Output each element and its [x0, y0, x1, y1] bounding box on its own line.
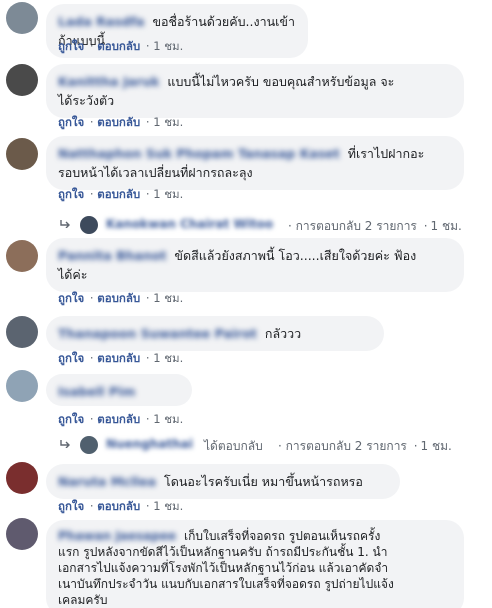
timestamp[interactable]: 1 ชม.	[153, 351, 183, 365]
comment-actions: ถูกใจ · ตอบกลับ · 1 ชม.	[58, 187, 184, 201]
reply-arrow-icon	[60, 440, 70, 448]
replier-name[interactable]: Kanokwan Chairat Witoo	[106, 217, 273, 231]
comment-bubble: Phawan Jaesapee เก็บใบเสร็จที่จอดรถ รูปต…	[46, 520, 464, 608]
like-link[interactable]: ถูกใจ	[58, 412, 84, 426]
timestamp: 1 ชม.	[420, 439, 452, 453]
avatar[interactable]	[6, 462, 38, 494]
comment-bubble: Pannita Bhanot ขัดสีแล้วยังสภาพนี้ โอว..…	[46, 238, 464, 292]
reply-action: ได้ตอบกลับ	[204, 439, 263, 453]
avatar[interactable]	[6, 370, 38, 402]
timestamp[interactable]: 1 ชม.	[153, 412, 183, 426]
reply-count[interactable]: · การตอบกลับ 2 รายการ · 1 ชม.	[278, 437, 452, 456]
like-link[interactable]: ถูกใจ	[58, 291, 84, 305]
reply-link[interactable]: ตอบกลับ	[97, 187, 140, 201]
timestamp: 1 ชม.	[430, 219, 462, 233]
reply-arrow-icon	[60, 220, 70, 228]
avatar[interactable]	[6, 138, 38, 170]
like-link[interactable]: ถูกใจ	[58, 115, 84, 129]
reply-link[interactable]: ตอบกลับ	[97, 39, 140, 53]
like-link[interactable]: ถูกใจ	[58, 499, 84, 513]
reply-count-text: การตอบกลับ 2 รายการ	[295, 219, 417, 233]
comment-text: โดนอะไรครับเนี่ย หมาขึ้นหน้ารถหรอ	[164, 474, 363, 489]
timestamp[interactable]: 1 ชม.	[153, 187, 183, 201]
commenter-name[interactable]: Natthaphon Suk Phopam Tanasap Kaset	[58, 146, 340, 161]
reply-link[interactable]: ตอบกลับ	[97, 499, 140, 513]
avatar[interactable]	[6, 518, 38, 550]
timestamp[interactable]: 1 ชม.	[153, 115, 183, 129]
like-link[interactable]: ถูกใจ	[58, 187, 84, 201]
reply-count[interactable]: · การตอบกลับ 2 รายการ · 1 ชม.	[288, 217, 462, 236]
commenter-name[interactable]: Naruta Mcllea	[58, 474, 156, 489]
comment-text: กลัววว	[264, 326, 302, 341]
commenter-name[interactable]: Lada Rasdfa	[58, 14, 144, 29]
comment-actions: ถูกใจ · ตอบกลับ · 1 ชม.	[58, 412, 184, 426]
commenter-name[interactable]: Isabell Pim	[58, 384, 135, 399]
like-link[interactable]: ถูกใจ	[58, 351, 84, 365]
comment-bubble: Naruta Mcllea โดนอะไรครับเนี่ย หมาขึ้นหน…	[46, 464, 400, 499]
commenter-name[interactable]: Kanittha Jaruk	[58, 74, 159, 89]
reply-link[interactable]: ตอบกลับ	[97, 115, 140, 129]
comment-actions: ถูกใจ · ตอบกลับ · 1 ชม.	[58, 499, 184, 513]
replier-name[interactable]: Nuenghathai	[106, 437, 193, 451]
avatar[interactable]	[6, 2, 38, 34]
timestamp[interactable]: 1 ชม.	[153, 499, 183, 513]
commenter-name[interactable]: Phawan Jaesapee	[58, 529, 176, 543]
comment-actions: ถูกใจ · ตอบกลับ · 1 ชม.	[58, 351, 184, 365]
comment-actions: ถูกใจ · ตอบกลับ · 1 ชม.	[58, 115, 184, 129]
avatar[interactable]	[6, 240, 38, 272]
reply-count-text: การตอบกลับ 2 รายการ	[285, 439, 407, 453]
like-link[interactable]: ถูกใจ	[58, 39, 84, 53]
comment-actions: ถูกใจ · ตอบกลับ · 1 ชม.	[58, 39, 184, 53]
comment-actions: ถูกใจ · ตอบกลับ · 1 ชม.	[58, 291, 184, 305]
avatar[interactable]	[80, 216, 98, 234]
reply-link[interactable]: ตอบกลับ	[97, 412, 140, 426]
commenter-name[interactable]: Pannita Bhanot	[58, 248, 166, 263]
reply-link[interactable]: ตอบกลับ	[97, 291, 140, 305]
comment-bubble: Thanapoon Suwantee Pairot กลัววว	[46, 316, 384, 351]
timestamp[interactable]: 1 ชม.	[153, 291, 183, 305]
avatar[interactable]	[80, 436, 98, 454]
avatar[interactable]	[6, 64, 38, 96]
avatar[interactable]	[6, 316, 38, 348]
comment-bubble: Natthaphon Suk Phopam Tanasap Kaset ที่เ…	[46, 136, 464, 190]
comment-bubble: Isabell Pim	[46, 374, 192, 406]
reply-link[interactable]: ตอบกลับ	[97, 351, 140, 365]
timestamp[interactable]: 1 ชม.	[153, 39, 183, 53]
commenter-name[interactable]: Thanapoon Suwantee Pairot	[58, 326, 257, 341]
comment-bubble: Kanittha Jaruk แบบนี้ไม่ไหวครับ ขอบคุณสำ…	[46, 64, 464, 118]
